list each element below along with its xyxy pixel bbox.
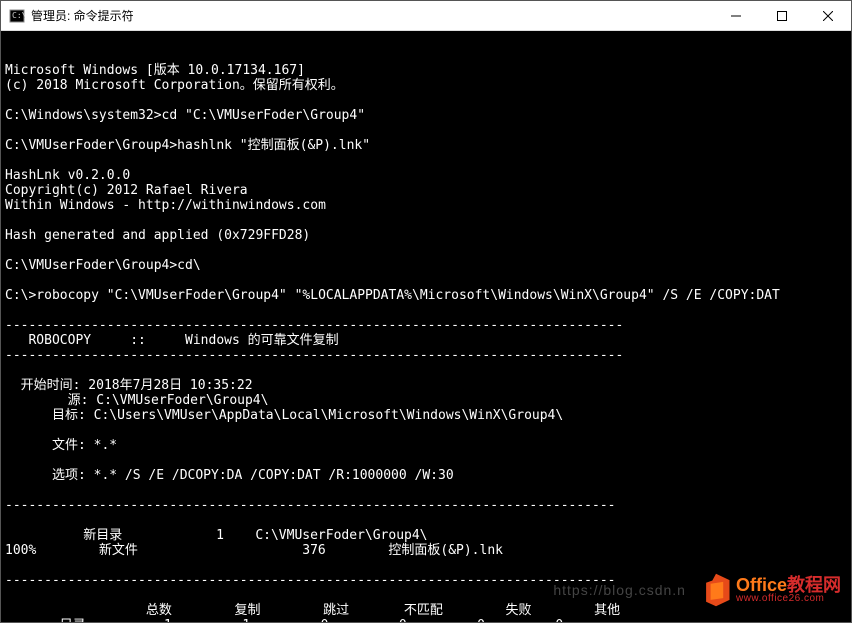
terminal-line [5, 303, 847, 318]
terminal-line: ----------------------------------------… [5, 348, 847, 363]
terminal-line: C:\VMUserFoder\Group4>hashlnk "控制面板(&P).… [5, 138, 847, 153]
terminal-line [5, 513, 847, 528]
terminal-line [5, 423, 847, 438]
terminal-line [5, 153, 847, 168]
terminal-line [5, 213, 847, 228]
command-prompt-window: C:\ 管理员: 命令提示符 Microsoft Windows [版本 10.… [0, 0, 852, 623]
terminal-line [5, 453, 847, 468]
terminal-line: HashLnk v0.2.0.0 [5, 168, 847, 183]
terminal-line: (c) 2018 Microsoft Corporation。保留所有权利。 [5, 78, 847, 93]
terminal-line [5, 483, 847, 498]
terminal-line: 文件: *.* [5, 438, 847, 453]
terminal-line: ROBOCOPY :: Windows 的可靠文件复制 [5, 333, 847, 348]
terminal-line: ----------------------------------------… [5, 318, 847, 333]
terminal-line: 新目录 1 C:\VMUserFoder\Group4\ [5, 528, 847, 543]
terminal-line: 100% 新文件 376 控制面板(&P).lnk [5, 543, 847, 558]
close-button[interactable] [805, 1, 851, 30]
terminal-line [5, 123, 847, 138]
terminal-line: 选项: *.* /S /E /DCOPY:DA /COPY:DAT /R:100… [5, 468, 847, 483]
terminal-line: 总数 复制 跳过 不匹配 失败 其他 [5, 603, 847, 618]
terminal-line [5, 243, 847, 258]
terminal-line [5, 588, 847, 603]
app-icon: C:\ [9, 8, 25, 24]
terminal-line: 目录: 1 1 0 0 0 0 [5, 618, 847, 622]
window-title: 管理员: 命令提示符 [31, 7, 713, 24]
terminal-line: 开始时间: 2018年7月28日 10:35:22 [5, 378, 847, 393]
minimize-button[interactable] [713, 1, 759, 30]
terminal-line: C:\>robocopy "C:\VMUserFoder\Group4" "%L… [5, 288, 847, 303]
terminal-line: C:\Windows\system32>cd "C:\VMUserFoder\G… [5, 108, 847, 123]
terminal-line: C:\VMUserFoder\Group4>cd\ [5, 258, 847, 273]
maximize-button[interactable] [759, 1, 805, 30]
terminal-line [5, 93, 847, 108]
window-controls [713, 1, 851, 30]
terminal-line: 源: C:\VMUserFoder\Group4\ [5, 393, 847, 408]
terminal-line: ----------------------------------------… [5, 573, 847, 588]
terminal-line: Copyright(c) 2012 Rafael Rivera [5, 183, 847, 198]
svg-text:C:\: C:\ [12, 11, 25, 20]
titlebar[interactable]: C:\ 管理员: 命令提示符 [1, 1, 851, 31]
terminal-line [5, 558, 847, 573]
terminal-line: ----------------------------------------… [5, 498, 847, 513]
terminal-output[interactable]: Microsoft Windows [版本 10.0.17134.167](c)… [1, 31, 851, 622]
terminal-line: 目标: C:\Users\VMUser\AppData\Local\Micros… [5, 408, 847, 423]
terminal-line: Within Windows - http://withinwindows.co… [5, 198, 847, 213]
terminal-line: Hash generated and applied (0x729FFD28) [5, 228, 847, 243]
terminal-line [5, 363, 847, 378]
terminal-line [5, 273, 847, 288]
terminal-line: Microsoft Windows [版本 10.0.17134.167] [5, 63, 847, 78]
